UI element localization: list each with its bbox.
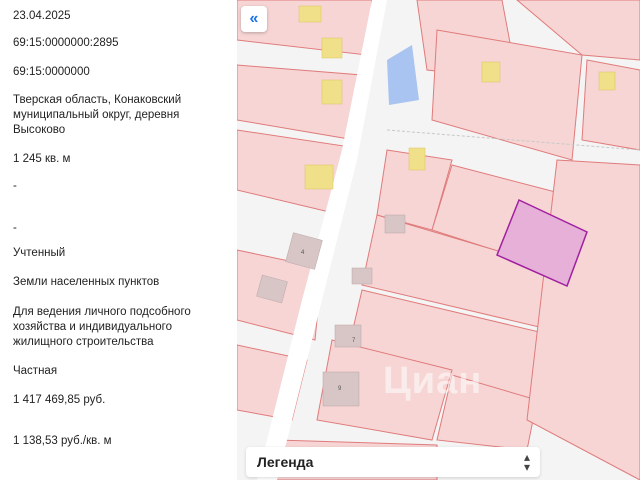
watermark: Циан bbox=[383, 360, 483, 402]
empty-value-1: - bbox=[13, 180, 17, 192]
ownership-value: Частная bbox=[13, 365, 58, 377]
legend-label: Легенда bbox=[257, 454, 314, 470]
status-value: Учтенный bbox=[13, 247, 66, 259]
permitted-use: Для ведения личного подсобного хозяйства… bbox=[13, 306, 191, 348]
cadastral-value: 1 417 469,85 руб. bbox=[13, 394, 106, 406]
chevron-up-down-icon: ▴ ▾ bbox=[523, 450, 530, 474]
empty-value-2: - bbox=[13, 222, 17, 234]
cadastral-quarter: 69:15:0000000 bbox=[13, 66, 90, 78]
collapse-panel-button[interactable]: « bbox=[241, 6, 267, 32]
value-per-sqm: 1 138,53 руб./кв. м bbox=[13, 435, 112, 447]
double-chevron-left-icon: « bbox=[249, 10, 259, 27]
land-category: Земли населенных пунктов bbox=[13, 276, 160, 288]
date-value: 23.04.2025 bbox=[13, 10, 71, 22]
info-panel: 23.04.2025 69:15:0000000:2895 69:15:0000… bbox=[0, 0, 237, 480]
address-value: Тверская область, Конаковский муниципаль… bbox=[13, 94, 182, 136]
cadastral-map[interactable]: 4 7 9 Циан « Легенда ▴ ▾ bbox=[237, 0, 640, 480]
map-canvas[interactable]: 4 7 9 bbox=[237, 0, 640, 480]
legend-dropdown[interactable]: Легенда ▴ ▾ bbox=[246, 447, 540, 477]
cadastral-number: 69:15:0000000:2895 bbox=[13, 37, 119, 49]
area-value: 1 245 кв. м bbox=[13, 153, 71, 165]
